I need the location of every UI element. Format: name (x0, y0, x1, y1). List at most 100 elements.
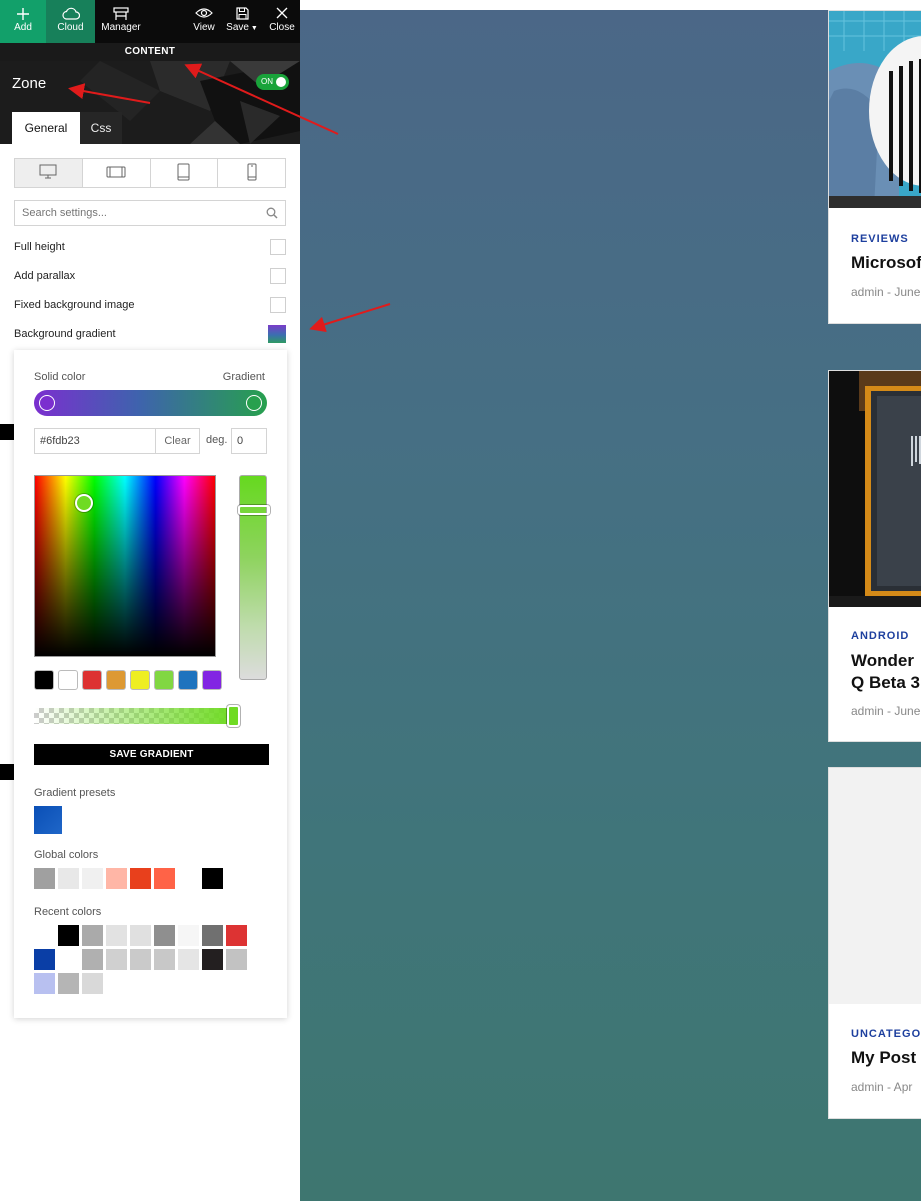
fixed-background-checkbox[interactable] (270, 297, 286, 313)
color-swatch[interactable] (34, 949, 55, 970)
option-add-parallax: Add parallax (14, 267, 286, 285)
color-swatch[interactable] (202, 925, 223, 946)
hue-slider[interactable] (238, 475, 270, 680)
post-thumbnail[interactable] (829, 11, 921, 208)
color-swatch[interactable] (82, 925, 103, 946)
option-fixed-background: Fixed background image (14, 296, 286, 314)
color-swatch[interactable] (178, 670, 198, 690)
color-swatch[interactable] (58, 868, 79, 889)
view-button[interactable]: View (188, 0, 220, 43)
post-title[interactable]: My Post (851, 1047, 916, 1069)
post-card[interactable]: ANDROID Wonder Q Beta 3 admin - June (828, 370, 921, 742)
settings-search (14, 200, 286, 226)
search-input[interactable] (15, 201, 255, 225)
opacity-slider[interactable] (34, 705, 240, 727)
save-button[interactable]: Save ▼ (223, 0, 261, 43)
hidden-panel-mark (0, 764, 14, 780)
save-gradient-button[interactable]: SAVE GRADIENT (34, 744, 269, 765)
color-swatch[interactable] (82, 973, 103, 994)
device-mobile-button[interactable] (218, 159, 285, 187)
color-swatch[interactable] (58, 973, 79, 994)
color-swatch[interactable] (154, 925, 175, 946)
color-swatch[interactable] (154, 949, 175, 970)
cloud-button[interactable]: Cloud (46, 0, 95, 43)
color-swatch[interactable] (178, 868, 199, 889)
post-category[interactable]: ANDROID (851, 630, 909, 642)
device-tablet-button[interactable] (151, 159, 219, 187)
color-swatch[interactable] (106, 925, 127, 946)
color-swatch[interactable] (34, 925, 55, 946)
color-swatch[interactable] (34, 868, 55, 889)
solid-color-label[interactable]: Solid color (34, 371, 85, 383)
degree-input[interactable] (231, 428, 267, 454)
post-title[interactable]: Microsof (851, 252, 921, 274)
color-swatch[interactable] (82, 949, 103, 970)
zone-toggle[interactable]: ON (256, 74, 289, 90)
device-tablet-landscape-button[interactable] (83, 159, 151, 187)
option-background-gradient: Background gradient (14, 325, 286, 343)
color-swatch[interactable] (130, 949, 151, 970)
gradient-label[interactable]: Gradient (223, 371, 265, 383)
post-thumbnail[interactable] (829, 371, 921, 607)
gradient-bar[interactable] (34, 390, 267, 416)
post-category[interactable]: UNCATEGO (851, 1028, 921, 1040)
color-swatch[interactable] (130, 670, 150, 690)
builder-toolbar: Add Cloud Manager View Save ▼ Close (0, 0, 300, 43)
tab-css[interactable]: Css (80, 112, 122, 144)
post-category[interactable]: REVIEWS (851, 233, 909, 245)
saturation-handle[interactable] (75, 494, 93, 512)
color-swatch[interactable] (106, 670, 126, 690)
saturation-value-area[interactable] (34, 475, 216, 657)
color-swatch[interactable] (202, 670, 222, 690)
color-swatch[interactable] (178, 925, 199, 946)
post-title-line-2[interactable]: Q Beta 3 (851, 672, 920, 694)
caret-down-icon: ▼ (248, 25, 258, 32)
toggle-knob (276, 77, 286, 87)
color-swatch[interactable] (202, 868, 223, 889)
close-icon (265, 0, 299, 22)
color-swatch[interactable] (130, 868, 151, 889)
color-swatch[interactable] (106, 949, 127, 970)
color-swatch[interactable] (130, 925, 151, 946)
clear-button[interactable]: Clear (155, 428, 200, 454)
color-swatch[interactable] (202, 949, 223, 970)
color-swatch[interactable] (106, 868, 127, 889)
gradient-preset-swatch[interactable] (34, 806, 62, 834)
post-thumbnail-placeholder[interactable] (829, 768, 921, 1004)
manager-button[interactable]: Manager (95, 0, 147, 43)
color-swatch[interactable] (178, 949, 199, 970)
tab-general[interactable]: General (12, 112, 80, 144)
color-swatch[interactable] (58, 670, 78, 690)
color-swatch[interactable] (82, 670, 102, 690)
add-button[interactable]: Add (0, 0, 46, 43)
hue-handle[interactable] (238, 505, 270, 515)
full-height-checkbox[interactable] (270, 239, 286, 255)
close-button[interactable]: Close (265, 0, 299, 43)
color-swatch[interactable] (82, 868, 103, 889)
add-parallax-checkbox[interactable] (270, 268, 286, 284)
color-swatch[interactable] (34, 670, 54, 690)
color-swatch[interactable] (154, 868, 175, 889)
search-icon[interactable] (266, 207, 278, 222)
gradient-stop-start[interactable] (39, 395, 55, 411)
cloud-label: Cloud (57, 22, 84, 33)
color-swatch[interactable] (226, 949, 247, 970)
add-label: Add (14, 22, 32, 33)
color-swatch[interactable] (58, 949, 79, 970)
device-desktop-button[interactable] (15, 159, 83, 187)
color-swatch[interactable] (226, 925, 247, 946)
color-swatch[interactable] (58, 925, 79, 946)
color-swatch[interactable] (154, 670, 174, 690)
post-card[interactable]: REVIEWS Microsof admin - June (828, 10, 921, 324)
post-title[interactable]: Wonder (851, 650, 914, 672)
background-gradient-swatch[interactable] (268, 325, 286, 343)
manager-icon (95, 0, 147, 22)
color-swatch[interactable] (34, 973, 55, 994)
hex-color-input[interactable] (34, 428, 156, 454)
device-switcher (14, 158, 286, 188)
post-card[interactable]: UNCATEGO My Post admin - Apr (828, 767, 921, 1119)
opacity-handle[interactable] (227, 705, 240, 727)
gradient-stop-end[interactable] (246, 395, 262, 411)
content-bar: CONTENT (0, 43, 300, 61)
eye-icon (188, 0, 220, 22)
